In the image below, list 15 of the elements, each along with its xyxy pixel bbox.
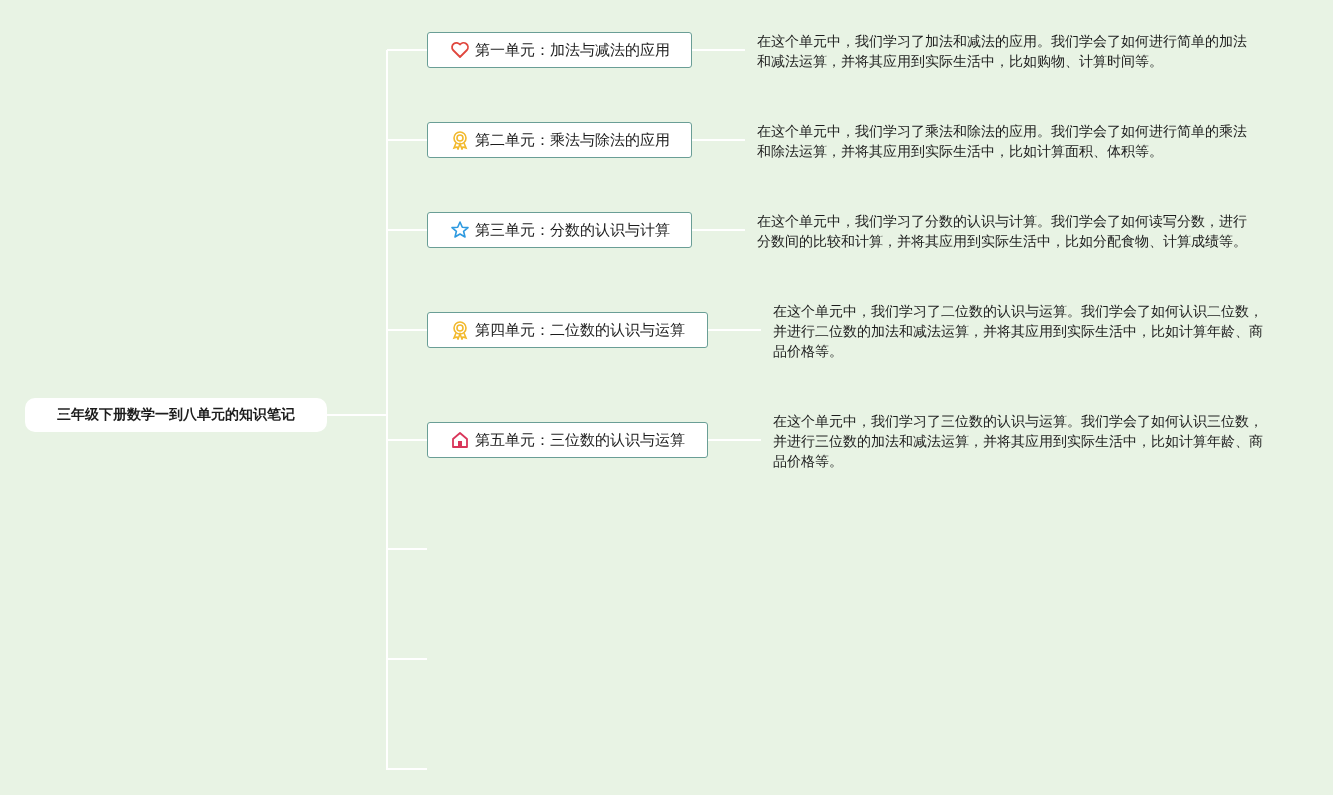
unit-title: 第五单元：三位数的认识与运算	[475, 430, 685, 450]
unit-title: 第一单元：加法与减法的应用	[474, 40, 670, 60]
unit-title: 第三单元：分数的认识与计算	[474, 220, 670, 240]
unit-title: 第四单元：二位数的认识与运算	[475, 320, 685, 340]
star-icon	[449, 220, 470, 240]
unit-note: 在这个单元中，我们学习了加法和减法的应用。我们学会了如何进行简单的加法和减法运算，并将其应用到实际生活中，比如购物、计算时间等。	[757, 32, 1248, 71]
house-icon	[450, 430, 470, 450]
unit-note: 在这个单元中，我们学习了三位数的认识与运算。我们学会了如何认识三位数，并进行三位数的加法和减法运算，并将其应用到实际生活中，比如计算年龄、商品价格等。	[773, 412, 1264, 471]
unit-note: 在这个单元中，我们学习了二位数的认识与运算。我们学会了如何认识二位数，并进行二位数的加法和减法运算，并将其应用到实际生活中，比如计算年龄、商品价格等。	[773, 302, 1264, 361]
unit-note: 在这个单元中，我们学习了乘法和除法的应用。我们学会了如何进行简单的乘法和除法运算，并将其应用到实际生活中，比如计算面积、体积等。	[757, 122, 1248, 161]
root-topic: 三年级下册数学一到八单元的知识笔记	[25, 398, 327, 432]
unit-title: 第二单元：乘法与除法的应用	[474, 130, 670, 150]
heart-icon	[449, 40, 470, 60]
medal-icon	[450, 320, 470, 340]
unit-note: 在这个单元中，我们学习了分数的认识与计算。我们学会了如何读写分数，进行分数间的比较和计算，并将其应用到实际生活中，比如分配食物、计算成绩等。	[757, 212, 1248, 251]
